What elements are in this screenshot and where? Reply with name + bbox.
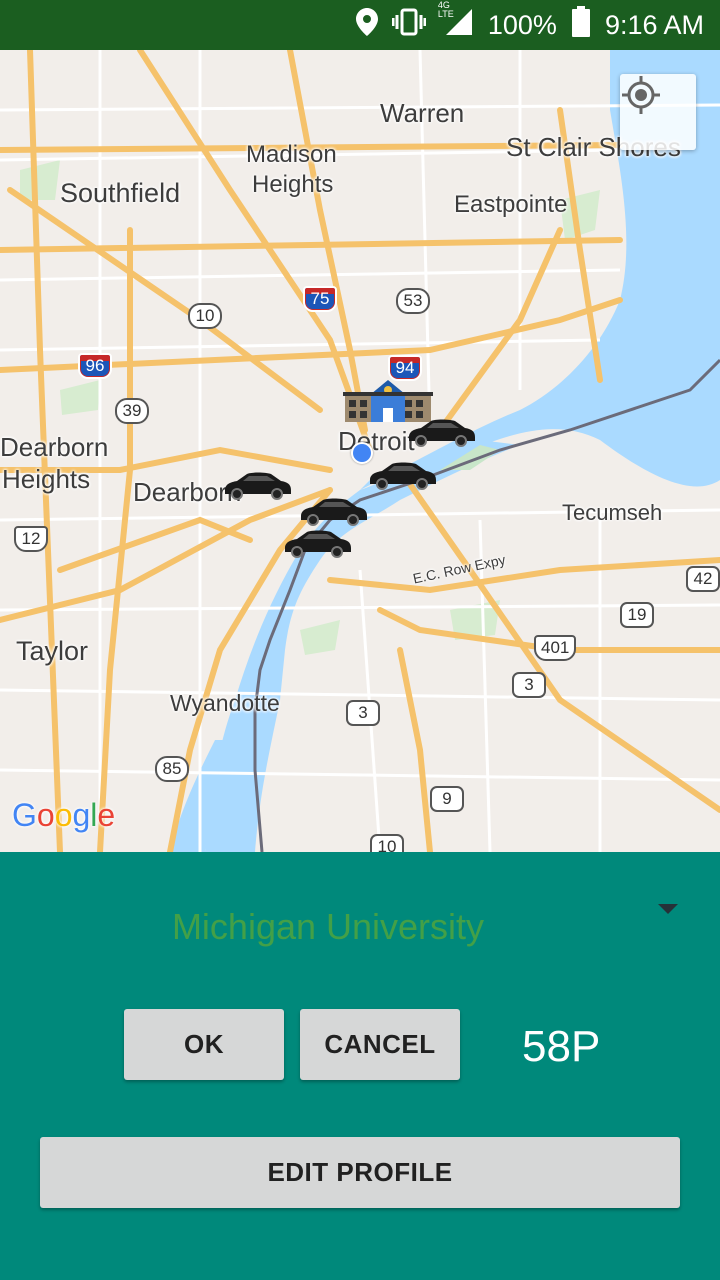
car-marker-icon[interactable]: [297, 496, 369, 526]
clock: 9:16 AM: [604, 9, 704, 40]
dropdown-arrow-icon: [658, 904, 678, 914]
map-label-warren: Warren: [380, 98, 465, 128]
route-10-shield: 10: [188, 303, 222, 329]
map-label-dearborn-heights-1: Dearborn: [0, 432, 109, 462]
ok-button[interactable]: OK: [124, 1009, 284, 1080]
route-10-shield-2: 10: [370, 834, 404, 852]
route-9-shield: 9: [430, 786, 464, 812]
interstate-96-shield: 96: [78, 353, 112, 379]
route-12-shield: 12: [14, 526, 48, 552]
status-bar: 4G LTE 100% 9:16 AM: [0, 0, 720, 50]
location-icon: [355, 7, 378, 43]
selected-place: Michigan University: [171, 906, 485, 947]
bottom-panel: Michigan University OK CANCEL 58P EDIT P…: [0, 852, 720, 1280]
interstate-75-shield: 75: [303, 286, 337, 312]
my-location-button[interactable]: [620, 74, 696, 150]
car-marker-icon[interactable]: [281, 528, 353, 558]
battery-icon: [571, 5, 591, 45]
car-marker-icon[interactable]: [221, 470, 293, 500]
route-19-shield: 19: [620, 602, 654, 628]
place-spinner[interactable]: Michigan University: [0, 888, 720, 968]
map-label-dearborn-heights-2: Heights: [2, 464, 91, 494]
route-53-shield: 53: [396, 288, 430, 314]
battery-percent: 100%: [487, 9, 557, 40]
map-label-madison: Madison: [246, 141, 337, 168]
route-85-shield: 85: [155, 756, 189, 782]
signal-icon: 4G LTE: [438, 0, 474, 44]
car-marker-icon[interactable]: [366, 460, 438, 490]
network-type-label: 4G LTE: [437, 0, 454, 19]
route-401-shield: 401: [534, 635, 577, 661]
vibrate-icon: [391, 8, 427, 43]
map-label-taylor: Taylor: [16, 636, 89, 666]
edit-profile-button[interactable]: EDIT PROFILE: [40, 1137, 680, 1208]
map-label-southfield: Southfield: [60, 178, 181, 208]
route-42-shield: 42: [686, 566, 720, 592]
car-marker-icon[interactable]: [405, 417, 477, 447]
map-view[interactable]: Warren St Clair Shores Madison Heights S…: [0, 50, 720, 852]
cancel-button[interactable]: CANCEL: [300, 1009, 460, 1080]
route-3-shield: 3: [512, 672, 546, 698]
route-39-shield: 39: [115, 398, 149, 424]
google-logo: Google: [12, 797, 116, 833]
map-label-eastpointe: Eastpointe: [454, 191, 568, 218]
route-3-shield-2: 3: [346, 700, 380, 726]
map-label-wyandotte: Wyandotte: [170, 690, 280, 716]
map-label-detroit: Detroit: [338, 426, 415, 456]
map-label-tecumseh: Tecumseh: [562, 500, 663, 525]
points-label: 58P: [522, 1022, 601, 1071]
map-label-heights: Heights: [252, 171, 334, 198]
